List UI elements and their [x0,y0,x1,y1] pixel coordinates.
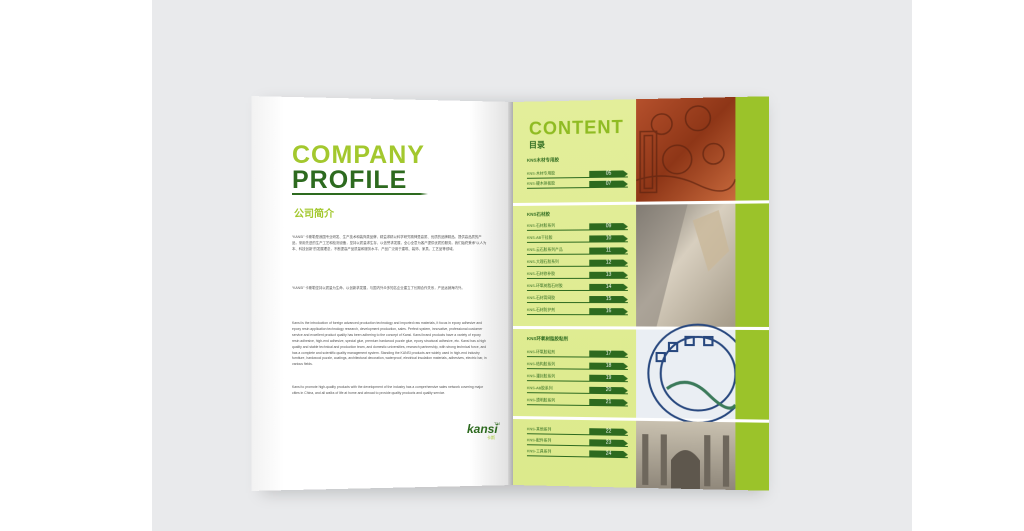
toc-entry-page-number: 11 [589,247,628,254]
toc-entry-page-number: 12 [589,260,628,267]
toc-entry-label: KNS-透明胶系列 [527,398,555,403]
toc-entry-page-number: 13 [589,272,628,279]
toc-entry-label: KNS-木材专用胶 [527,171,555,176]
toc-entry[interactable]: KNS-石材防护剂 16 [527,308,628,317]
backdrop-right [912,0,1024,531]
toc-entry-page-number: 09 [589,223,628,230]
toc-entry[interactable]: KNS-大理石胶系列 12 [527,260,628,269]
toc-entry-page-number: 19 [589,375,628,382]
toc-entry-label: KNS-灌封胶系列 [527,374,555,379]
toc-entry[interactable]: KNS-AB胶系列 20 [527,386,628,396]
toc-entry-label: KNS-工具系列 [527,449,551,454]
toc-entry-label: KNS-配件系列 [527,438,551,443]
toc-entry[interactable]: KNS-其他系列 22 [527,427,628,438]
toc-entry[interactable]: KNS-透明胶系列 21 [527,398,628,408]
intro-paragraph-en-1: Kansi is the introduction of foreign adv… [292,321,488,368]
toc-entry[interactable]: KNS-石材修补胶 13 [527,272,628,281]
toc-entry-page-number: 16 [589,308,628,315]
toc-entry[interactable]: KNS-环氧树脂石材胶 14 [527,284,628,293]
title-chinese: 公司简介 [294,205,334,220]
kansi-logo-sub: 卡斯 [487,435,495,441]
title-profile: PROFILE [292,166,407,195]
toc-entry[interactable]: KNS-工具系列 24 [527,449,628,460]
toc-entry-label: KNS-AB胶系列 [527,386,553,391]
toc-entry-page-number: 21 [589,399,628,407]
toc-entry-page-number: 18 [589,363,628,370]
toc-entry-label: KNS-石材背网胶 [527,296,555,301]
content-title-chinese: 目录 [529,139,545,150]
toc-section-title: KNS环氧树脂胶粘剂 [527,336,568,342]
toc-entry[interactable]: KNS-木材专用胶 05 [527,170,628,180]
toc-entry-label: KNS-硬木拼板胶 [527,181,555,186]
toc-entry[interactable]: KNS-灌封胶系列 19 [527,374,628,384]
toc-entry-label: KNS-石材胶系列 [527,224,555,229]
toc-entry-page-number: 24 [589,450,628,458]
toc-entry-label: KNS-云石胶系列产品 [527,248,563,253]
intro-paragraph-cn-1: “KANSI” 卡斯勒是我国专业研发、生产技术和装饰类品牌，精益求精以科学研究精… [292,235,488,253]
toc-entry-page-number: 10 [589,235,628,242]
title-underline-arrow [292,192,428,196]
toc-entry-label: KNS-环氧树脂石材胶 [527,284,563,289]
toc-entry[interactable]: KNS-石材背网胶 15 [527,296,628,305]
toc-entry-label: KNS-石材修补胶 [527,272,555,277]
toc-entry-page-number: 23 [589,439,628,447]
toc-entry-label: KNS-结构胶系列 [527,362,555,367]
toc-entry-page-number: 14 [589,284,628,291]
toc-entry[interactable]: KNS-石材胶系列 09 [527,223,628,233]
toc-entry-label: KNS-环氧胶粘剂 [527,350,555,355]
toc-entry-label: KNS-石材防护剂 [527,308,555,313]
strip-separator [735,200,769,203]
intro-paragraph-cn-2: “KANSI” 卡斯勒坚持以质量为生命，以创新求发展，与国内外众多知名企业建立了… [292,286,488,292]
toc-entry[interactable]: KNS-AB干挂胶 10 [527,235,628,245]
toc-entry-page-number: 22 [589,428,628,436]
content-title: CONTENT [529,117,624,140]
brochure-right-page: CONTENT 目录 KNS木材专用胶 KNS-木材专用胶 05 KNS-硬木拼… [513,96,769,490]
toc-entry-label: KNS-大理石胶系列 [527,260,559,265]
strip-separator [735,419,769,423]
photo-column [636,97,735,490]
toc-entry[interactable]: KNS-环氧胶粘剂 17 [527,350,628,360]
toc-entry[interactable]: KNS-云石胶系列产品 11 [527,247,628,257]
toc-entry-page-number: 15 [589,296,628,303]
kansi-logo-tm: TM [494,421,500,426]
toc-entry-page-number: 05 [589,170,628,178]
toc-entry[interactable]: KNS-硬木拼板胶 07 [527,181,628,191]
toc-entry-page-number: 07 [589,181,628,189]
toc-entry[interactable]: KNS-配件系列 23 [527,438,628,449]
backdrop-left [0,0,152,531]
strip-separator [735,327,769,330]
toc-entry-label: KNS-其他系列 [527,427,551,432]
toc-entry[interactable]: KNS-结构胶系列 18 [527,362,628,372]
toc-section-title: KNS石材胶 [527,212,550,218]
toc-section-title: KNS木材专用胶 [527,157,559,164]
intro-paragraph-en-2: Kansi to promote high-quality products w… [292,385,488,397]
photo-collage [636,97,735,490]
toc-divider [513,326,636,330]
toc-entry-label: KNS-AB干挂胶 [527,236,553,241]
toc-entry-page-number: 17 [589,351,628,358]
green-accent-strip [735,96,769,490]
toc-entry-page-number: 20 [589,387,628,395]
